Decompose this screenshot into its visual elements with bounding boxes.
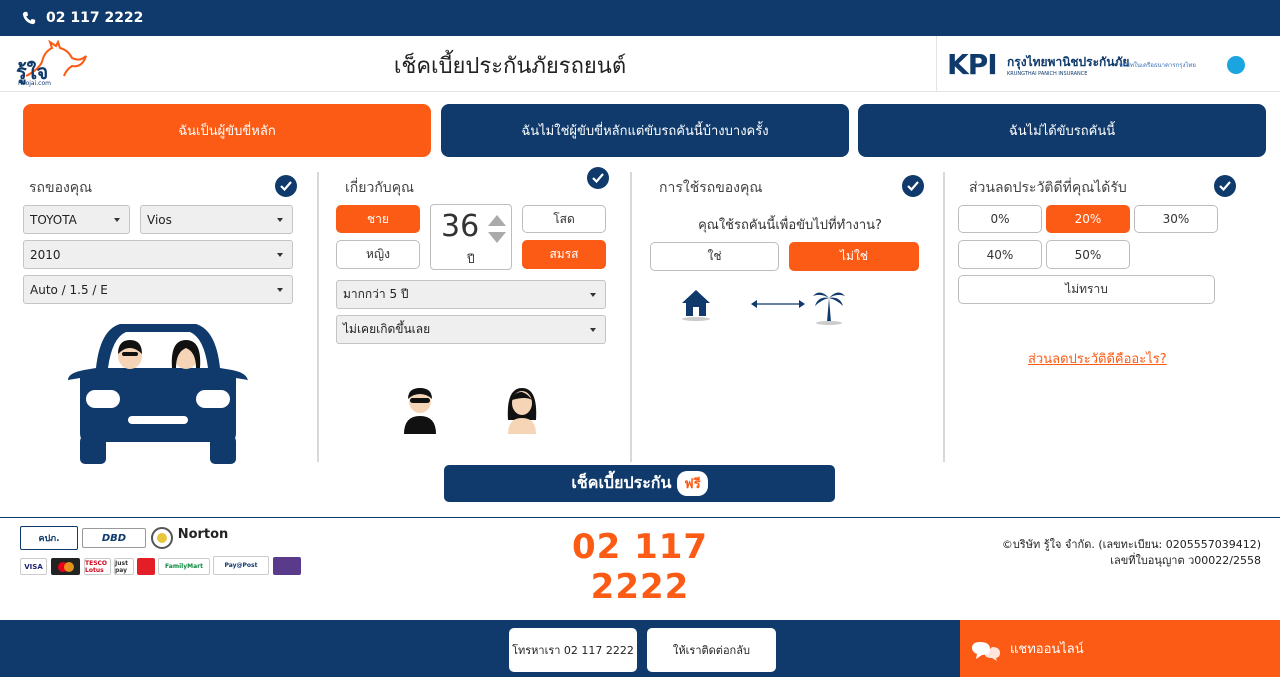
kpi-logo-text: KPI <box>947 48 998 81</box>
car-section-title: รถของคุณ <box>29 180 93 196</box>
call-us-button[interactable]: โทรหาเรา 02 117 2222 <box>509 628 637 672</box>
female-driver-icon <box>507 388 537 434</box>
partner-group: บริษัทในเครือธนาคารกรุงไทย <box>1119 62 1196 69</box>
check-premium-button[interactable]: เช็คเบี้ยประกัน ฟรี <box>444 465 835 502</box>
car-check-icon <box>275 175 297 197</box>
gender-male-button[interactable]: ชาย <box>336 205 420 233</box>
divider <box>943 172 945 462</box>
free-badge: ฟรี <box>677 471 708 496</box>
ncb-option-20[interactable]: 20% <box>1046 205 1130 233</box>
page-title: เช็คเบี้ยประกันภัยรถยนต์ <box>393 54 627 79</box>
arrow-down-icon[interactable] <box>488 232 506 243</box>
arrow-up-icon[interactable] <box>488 215 506 226</box>
double-arrow-icon <box>751 300 805 308</box>
ncb-section-title: ส่วนลดประวัติดีที่คุณได้รับ <box>969 180 1127 196</box>
ncb-info-link[interactable]: ส่วนลดประวัติดีคืออะไร? <box>1028 348 1167 369</box>
oic-badge: คปภ. <box>20 526 78 550</box>
male-driver-icon <box>404 388 436 434</box>
ncb-check-icon <box>1214 175 1236 197</box>
chevron-down-icon <box>277 218 283 222</box>
footer-phone-number[interactable]: 02 117 2222 <box>520 527 760 607</box>
chat-bubble-icon <box>972 642 1000 661</box>
partner-logo: KPI กรุงไทยพานิชประกันภัย KRUNGTHAI PANI… <box>936 36 1254 92</box>
tab-occasional-driver[interactable]: ฉันไม่ใช่ผู้ขับขี่หลักแต่ขับรถคันนี้บ้าง… <box>441 104 849 157</box>
header: รู้ใจ Roojai.com เช็คเบี้ยประกันภัยรถยนต… <box>0 36 1280 92</box>
mastercard-icon <box>57 561 74 572</box>
footer-divider <box>0 517 1280 518</box>
ncb-option-40[interactable]: 40% <box>958 240 1042 269</box>
ncb-unknown-button[interactable]: ไม่ทราบ <box>958 275 1215 304</box>
accidents-value: ไม่เคยเกิดขึ้นเลย <box>343 322 431 336</box>
commute-no-button[interactable]: ไม่ใช่ <box>789 242 919 271</box>
age-value: 36 <box>441 209 480 244</box>
chevron-down-icon <box>277 253 283 257</box>
dbd-badge: DBD <box>82 528 146 548</box>
car-trim-value: Auto / 1.5 / E <box>30 282 108 297</box>
payatpost-badge: Pay@Post <box>213 556 269 575</box>
usage-section-title: การใช้รถของคุณ <box>659 180 763 196</box>
phone-icon <box>22 11 36 25</box>
partner-name-en: KRUNGTHAI PANICH INSURANCE <box>1007 71 1088 77</box>
chat-label: แชทออนไลน์ <box>1010 642 1084 657</box>
epurse-badge <box>273 557 301 575</box>
chevron-down-icon <box>590 293 596 297</box>
norton-badge: Norton <box>178 523 228 545</box>
car-make-value: TOYOTA <box>30 212 77 227</box>
about-section-title: เกี่ยวกับคุณ <box>345 180 415 196</box>
ncb-option-0[interactable]: 0% <box>958 205 1042 233</box>
experience-value: มากกว่า 5 ปี <box>343 287 409 301</box>
chevron-down-icon <box>277 288 283 292</box>
cta-label: เช็คเบี้ยประกัน <box>571 473 672 492</box>
experience-select[interactable]: มากกว่า 5 ปี <box>336 280 606 309</box>
car-make-select[interactable]: TOYOTA <box>23 205 130 234</box>
tab-not-driver[interactable]: ฉันไม่ได้ขับรถคันนี้ <box>858 104 1266 157</box>
callback-button[interactable]: ให้เราติดต่อกลับ <box>647 628 776 672</box>
house-icon <box>682 290 710 321</box>
bottom-bar: โทรหาเรา 02 117 2222 ให้เราติดต่อกลับ แช… <box>0 620 1280 677</box>
gender-female-button[interactable]: หญิง <box>336 240 420 269</box>
partner-name: กรุงไทยพานิชประกันภัย <box>1007 55 1130 69</box>
usage-check-icon <box>902 175 924 197</box>
chevron-down-icon <box>590 328 596 332</box>
license-text: เลขที่ใบอนุญาต ว00022/2558 <box>1110 554 1261 567</box>
age-stepper[interactable]: 36 ปี <box>430 204 512 270</box>
car-model-value: Vios <box>147 212 172 227</box>
copyright-block: ©บริษัท รู้ใจ จำกัด. (เลขทะเบียน: 020555… <box>1002 537 1261 569</box>
palm-tree-icon <box>813 292 845 325</box>
mastercard-badge <box>51 558 80 575</box>
chat-online-button[interactable]: แชทออนไลน์ <box>960 620 1280 677</box>
commute-question: คุณใช้รถคันนี้เพื่อขับไปที่ทำงาน? <box>698 218 882 233</box>
tesco-badge: TESCO Lotus <box>84 558 111 575</box>
counter-service-badge <box>137 558 155 575</box>
car-illustration-icon <box>68 324 248 464</box>
divider <box>630 172 632 462</box>
car-trim-select[interactable]: Auto / 1.5 / E <box>23 275 293 304</box>
car-year-select[interactable]: 2010 <box>23 240 293 269</box>
top-phone-number[interactable]: 02 117 2222 <box>46 10 143 26</box>
copyright-text: ©บริษัท รู้ใจ จำกัด. (เลขทะเบียน: 020555… <box>1001 538 1261 551</box>
ncb-option-30[interactable]: 30% <box>1134 205 1218 233</box>
age-unit: ปี <box>467 252 475 266</box>
visa-badge: VISA <box>20 558 47 575</box>
divider <box>317 172 319 462</box>
status-married-button[interactable]: สมรส <box>522 240 606 269</box>
car-year-value: 2010 <box>30 247 61 262</box>
status-single-button[interactable]: โสด <box>522 205 606 233</box>
top-bar: 02 117 2222 <box>0 0 1280 36</box>
chevron-down-icon <box>114 218 120 222</box>
ncb-option-50[interactable]: 50% <box>1046 240 1130 269</box>
car-model-select[interactable]: Vios <box>140 205 293 234</box>
seal-icon <box>151 527 173 549</box>
accidents-select[interactable]: ไม่เคยเกิดขึ้นเลย <box>336 315 606 344</box>
about-check-icon <box>587 167 609 189</box>
commute-yes-button[interactable]: ใช่ <box>650 242 779 271</box>
justpay-badge: Just pay <box>114 558 134 575</box>
tab-main-driver[interactable]: ฉันเป็นผู้ขับขี่หลัก <box>23 104 431 157</box>
ktb-bird-icon <box>1227 56 1245 74</box>
familymart-badge: FamilyMart <box>158 558 210 575</box>
